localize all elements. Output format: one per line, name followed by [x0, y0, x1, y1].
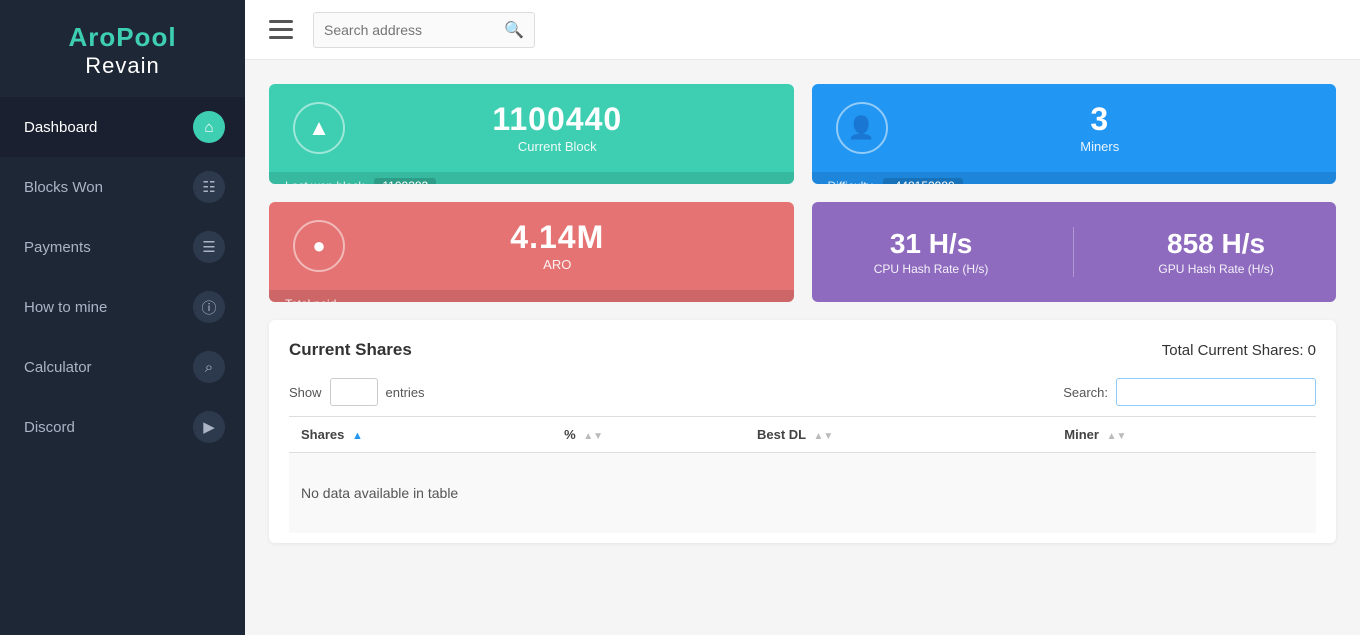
calculator-icon: ⌕ — [193, 351, 225, 383]
sidebar-item-blocks-won[interactable]: Blocks Won ☷ — [0, 157, 245, 217]
col-shares-label: Shares — [301, 427, 344, 442]
col-miner-label: Miner — [1064, 427, 1099, 442]
gpu-hashrate-label: GPU Hash Rate (H/s) — [1158, 262, 1273, 276]
sidebar-item-payments[interactable]: Payments ☰ — [0, 217, 245, 277]
list-icon: ☰ — [193, 231, 225, 263]
miners-icon: 👤 — [836, 102, 888, 154]
total-paid-aro-label: ARO — [345, 257, 770, 272]
col-best-dl-label: Best DL — [757, 427, 806, 442]
table-controls: Show entries Search: — [289, 378, 1316, 406]
brand-bottom: Revain — [0, 53, 245, 79]
cards-row-2: ● 4.14M ARO Total paid 31 H/s CPU Hash R… — [269, 202, 1336, 302]
search-input[interactable] — [324, 22, 504, 38]
payment-icon: ● — [293, 220, 345, 272]
empty-row: No data available in table — [289, 453, 1316, 534]
show-entries: Show entries — [289, 378, 425, 406]
difficulty-value: -448152980 — [883, 178, 963, 184]
search-bar: 🔍 — [313, 12, 535, 48]
col-percent[interactable]: % ▲▼ — [552, 417, 745, 453]
block-icon: ▲ — [293, 102, 345, 154]
brand-top: AroPool — [0, 22, 245, 53]
search-label: Search: — [1063, 385, 1108, 400]
hashrate-card: 31 H/s CPU Hash Rate (H/s) 858 H/s GPU H… — [812, 202, 1337, 302]
miners-card: 👤 3 Miners Difficulty -448152980 — [812, 84, 1337, 184]
sidebar: AroPool Revain Dashboard ⌂ Blocks Won ☷ … — [0, 0, 245, 635]
col-shares[interactable]: Shares ▲ — [289, 417, 552, 453]
hamburger-menu[interactable] — [269, 20, 293, 39]
total-paid-card: ● 4.14M ARO Total paid — [269, 202, 794, 302]
sidebar-item-discord[interactable]: Discord ▶ — [0, 397, 245, 457]
miner-sort-icon: ▲▼ — [1107, 431, 1127, 442]
current-block-footer: Last won block 1100382 — [269, 172, 794, 184]
miners-value: 3 — [888, 102, 1313, 137]
total-paid-text: 4.14M ARO — [345, 220, 770, 272]
percent-sort-icon: ▲▼ — [583, 431, 603, 442]
sidebar-item-label: Calculator — [24, 359, 193, 376]
table-search-input[interactable] — [1116, 378, 1316, 406]
shares-table: Shares ▲ % ▲▼ Best DL ▲▼ Miner — [289, 416, 1316, 533]
content: ▲ 1100440 Current Block Last won block 1… — [245, 60, 1360, 635]
sidebar-item-label: Discord — [24, 419, 193, 436]
miners-footer: Difficulty -448152980 — [812, 172, 1337, 184]
empty-message: No data available in table — [289, 453, 1316, 534]
main: 🔍 ▲ 1100440 Current Block Last won block… — [245, 0, 1360, 635]
current-block-value: 1100440 — [345, 102, 770, 137]
sidebar-item-label: How to mine — [24, 299, 193, 316]
brand: AroPool Revain — [0, 0, 245, 97]
shares-section: Current Shares Total Current Shares: 0 S… — [269, 320, 1336, 543]
entries-label: entries — [386, 385, 425, 400]
show-label: Show — [289, 385, 322, 400]
sidebar-item-how-to-mine[interactable]: How to mine ⓘ — [0, 277, 245, 337]
current-block-text: 1100440 Current Block — [345, 102, 770, 154]
cpu-hashrate-value: 31 H/s — [874, 228, 989, 260]
current-block-card: ▲ 1100440 Current Block Last won block 1… — [269, 84, 794, 184]
last-won-block-value: 1100382 — [374, 178, 436, 184]
shares-header: Current Shares Total Current Shares: 0 — [289, 340, 1316, 360]
sidebar-nav: Dashboard ⌂ Blocks Won ☷ Payments ☰ How … — [0, 97, 245, 457]
card-divider — [1073, 227, 1074, 277]
total-paid-footer: Total paid — [269, 290, 794, 302]
total-paid-value: 4.14M — [345, 220, 770, 255]
cpu-hashrate-label: CPU Hash Rate (H/s) — [874, 262, 989, 276]
shares-sort-icon: ▲ — [352, 430, 363, 442]
col-percent-label: % — [564, 427, 576, 442]
table-search: Search: — [1063, 378, 1316, 406]
chart-icon: ☷ — [193, 171, 225, 203]
gpu-hashrate-value: 858 H/s — [1158, 228, 1273, 260]
cards-row-1: ▲ 1100440 Current Block Last won block 1… — [269, 84, 1336, 184]
search-icon[interactable]: 🔍 — [504, 20, 524, 40]
info-icon: ⓘ — [193, 291, 225, 323]
entries-input[interactable] — [330, 378, 378, 406]
cpu-hashrate-metric: 31 H/s CPU Hash Rate (H/s) — [874, 228, 989, 276]
home-icon: ⌂ — [193, 111, 225, 143]
col-miner[interactable]: Miner ▲▼ — [1052, 417, 1316, 453]
sidebar-item-label: Dashboard — [24, 119, 193, 136]
best-dl-sort-icon: ▲▼ — [814, 431, 834, 442]
total-paid-footer-label: Total paid — [285, 297, 336, 302]
miners-label: Miners — [888, 139, 1313, 154]
sidebar-item-label: Payments — [24, 239, 193, 256]
sidebar-item-dashboard[interactable]: Dashboard ⌂ — [0, 97, 245, 157]
shares-title: Current Shares — [289, 340, 412, 360]
sidebar-item-label: Blocks Won — [24, 179, 193, 196]
gpu-hashrate-metric: 858 H/s GPU Hash Rate (H/s) — [1158, 228, 1273, 276]
last-won-block-label: Last won block — [285, 179, 364, 184]
col-best-dl[interactable]: Best DL ▲▼ — [745, 417, 1052, 453]
topbar: 🔍 — [245, 0, 1360, 60]
miners-text: 3 Miners — [888, 102, 1313, 154]
shares-total: Total Current Shares: 0 — [1162, 342, 1316, 359]
discord-icon: ▶ — [193, 411, 225, 443]
sidebar-item-calculator[interactable]: Calculator ⌕ — [0, 337, 245, 397]
current-block-label: Current Block — [345, 139, 770, 154]
difficulty-label: Difficulty — [828, 179, 873, 184]
